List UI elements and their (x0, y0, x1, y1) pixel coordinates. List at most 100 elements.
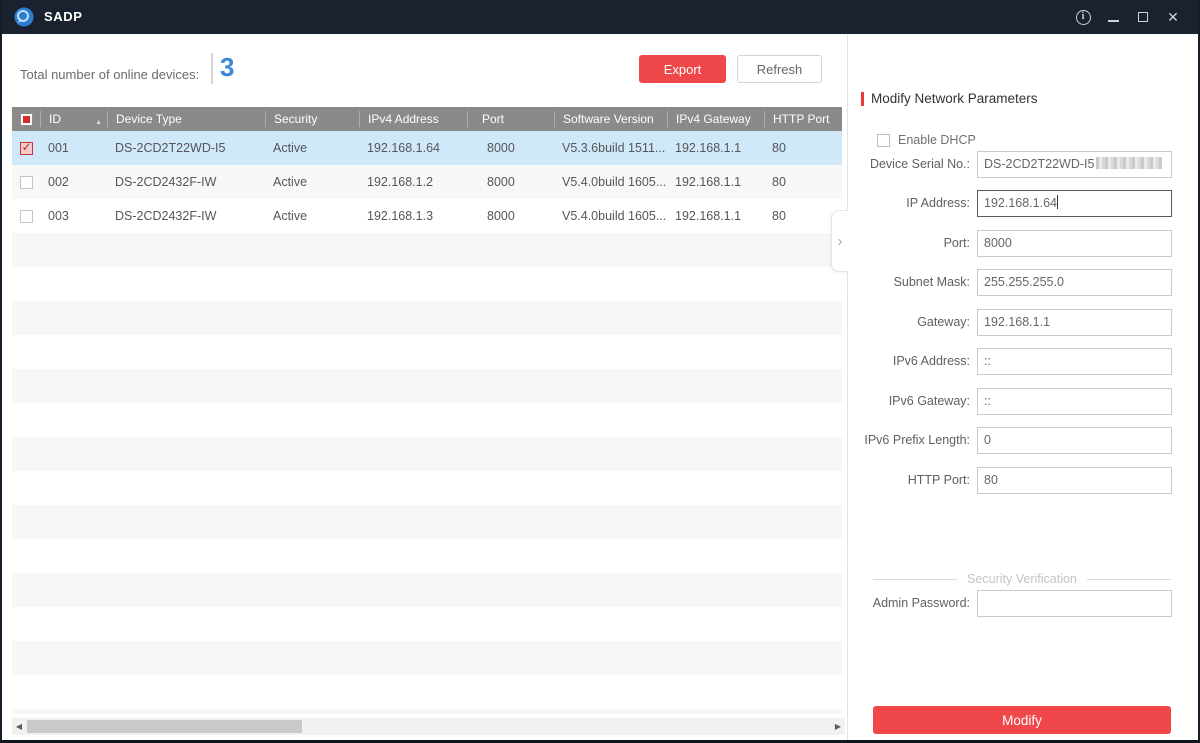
chevron-right-icon: › (837, 232, 843, 250)
cell-software-version: V5.3.6build 1511... (562, 141, 666, 155)
column-header-port[interactable]: Port (467, 111, 554, 127)
table-row[interactable]: 002 DS-2CD2432F-IW Active 192.168.1.2 80… (12, 165, 842, 199)
ipv6-gateway-label: IPv6 Gateway: (888, 394, 970, 408)
device-serial-label: Device Serial No.: (869, 157, 970, 171)
close-button[interactable]: ✕ (1158, 0, 1188, 34)
text-caret (1057, 195, 1058, 209)
cell-ipv4-gateway: 192.168.1.1 (675, 141, 742, 155)
admin-password-label: Admin Password: (872, 596, 970, 610)
row-checkbox-cell (12, 209, 40, 223)
panel-collapse-handle[interactable]: › (831, 210, 848, 272)
cell-http-port: 80 (772, 175, 786, 189)
subnet-mask-input[interactable]: 255.255.255.0 (977, 269, 1172, 296)
column-header-id[interactable]: ▲ ID (40, 111, 107, 127)
row-checkbox-cell (12, 175, 40, 189)
info-icon: i (1075, 9, 1091, 25)
total-devices-label: Total number of online devices: (20, 67, 200, 82)
count-divider (211, 53, 213, 84)
cell-port: 8000 (487, 175, 515, 189)
enable-dhcp-checkbox[interactable] (877, 133, 890, 147)
field-device-serial: Device Serial No.: DS-2CD2T22WD-I5 (848, 151, 1198, 178)
field-ipv6-prefix: IPv6 Prefix Length: 0 (848, 427, 1198, 454)
cell-id: 003 (48, 209, 69, 223)
security-verification-label: Security Verification (967, 572, 1077, 586)
cell-ipv4-address: 192.168.1.3 (367, 209, 434, 223)
row-checkbox[interactable] (19, 209, 33, 223)
minimize-button[interactable] (1098, 0, 1128, 34)
column-header-ipv4-address[interactable]: IPv4 Address (359, 111, 467, 127)
http-port-input[interactable]: 80 (977, 467, 1172, 494)
cell-http-port: 80 (772, 141, 786, 155)
column-header-software-version[interactable]: Software Version (554, 111, 667, 127)
subnet-mask-label: Subnet Mask: (893, 275, 970, 289)
device-serial-input[interactable]: DS-2CD2T22WD-I5 (977, 151, 1172, 178)
close-icon: ✕ (1167, 8, 1179, 25)
field-ipv6-address: IPv6 Address: :: (848, 348, 1198, 375)
port-input[interactable]: 8000 (977, 230, 1172, 257)
ipv6-address-label: IPv6 Address: (892, 354, 970, 368)
info-button[interactable]: i (1068, 0, 1098, 34)
modify-button[interactable]: Modify (873, 706, 1171, 734)
port-label: Port: (943, 236, 970, 250)
security-verification-divider: Security Verification (873, 572, 1171, 586)
cell-ipv4-address: 192.168.1.64 (367, 141, 440, 155)
field-ipv6-gateway: IPv6 Gateway: :: (848, 388, 1198, 415)
cell-id: 002 (48, 175, 69, 189)
horizontal-scrollbar[interactable]: ◀ ▶ (12, 718, 845, 735)
cell-ipv4-gateway: 192.168.1.1 (675, 175, 742, 189)
column-header-security[interactable]: Security (265, 111, 359, 127)
ipv6-gateway-input[interactable]: :: (977, 388, 1172, 415)
enable-dhcp-row: Enable DHCP (877, 133, 976, 147)
divider-line (1086, 578, 1171, 580)
row-checkbox[interactable] (19, 175, 33, 189)
cell-device-type: DS-2CD2T22WD-I5 (115, 141, 226, 155)
cell-device-type: DS-2CD2432F-IW (115, 175, 217, 189)
column-header-device-type[interactable]: Device Type (107, 111, 265, 127)
ipv6-prefix-input[interactable]: 0 (977, 427, 1172, 454)
http-port-label: HTTP Port: (907, 473, 970, 487)
table-row-selected[interactable]: ✓ 001 DS-2CD2T22WD-I5 Active 192.168.1.6… (12, 131, 842, 165)
sadp-window: SADP i ✕ Total number of online devices:… (0, 0, 1200, 743)
maximize-icon (1138, 12, 1148, 22)
sadp-logo-icon (14, 7, 34, 27)
admin-password-input[interactable] (977, 590, 1172, 617)
scrollbar-thumb[interactable] (27, 720, 302, 733)
field-admin-password: Admin Password: (848, 590, 1198, 617)
cell-device-type: DS-2CD2432F-IW (115, 209, 217, 223)
field-port: Port: 8000 (848, 230, 1198, 257)
gateway-label: Gateway: (917, 315, 970, 329)
titlebar: SADP i ✕ (2, 0, 1198, 34)
refresh-button[interactable]: Refresh (737, 55, 822, 83)
row-checkbox-cell: ✓ (12, 141, 40, 155)
scroll-right-arrow-icon[interactable]: ▶ (831, 718, 845, 735)
select-all-cell (12, 111, 40, 127)
ip-address-input[interactable]: 192.168.1.64 (977, 190, 1172, 217)
cell-port: 8000 (487, 141, 515, 155)
table-row[interactable]: 003 DS-2CD2432F-IW Active 192.168.1.3 80… (12, 199, 842, 233)
ipv6-prefix-label: IPv6 Prefix Length: (864, 433, 970, 447)
app-title: SADP (44, 9, 83, 24)
row-checkbox-checked[interactable]: ✓ (19, 141, 33, 155)
field-ip-address: IP Address: 192.168.1.64 (848, 190, 1198, 217)
modify-network-panel: Modify Network Parameters Enable DHCP De… (847, 34, 1198, 740)
panel-title-accent (861, 92, 864, 106)
column-header-http-port[interactable]: HTTP Port (764, 111, 842, 127)
ip-address-label: IP Address: (906, 196, 970, 210)
redacted-serial-suffix (1096, 157, 1163, 169)
select-all-checkbox[interactable] (19, 112, 33, 126)
cell-id: 001 (48, 141, 69, 155)
window-controls: i ✕ (1068, 0, 1188, 34)
minimize-icon (1107, 20, 1119, 22)
scroll-left-arrow-icon[interactable]: ◀ (12, 718, 26, 735)
gateway-input[interactable]: 192.168.1.1 (977, 309, 1172, 336)
column-header-ipv4-gateway[interactable]: IPv4 Gateway (667, 111, 764, 127)
cell-security: Active (273, 175, 308, 189)
field-http-port: HTTP Port: 80 (848, 467, 1198, 494)
cell-software-version: V5.4.0build 1605... (562, 175, 667, 189)
export-button[interactable]: Export (639, 55, 726, 83)
maximize-button[interactable] (1128, 0, 1158, 34)
device-table-header: ▲ ID Device Type Security IPv4 Address Po… (12, 107, 842, 131)
cell-port: 8000 (487, 209, 515, 223)
ipv6-address-input[interactable]: :: (977, 348, 1172, 375)
sort-ascending-icon: ▲ (95, 119, 102, 126)
